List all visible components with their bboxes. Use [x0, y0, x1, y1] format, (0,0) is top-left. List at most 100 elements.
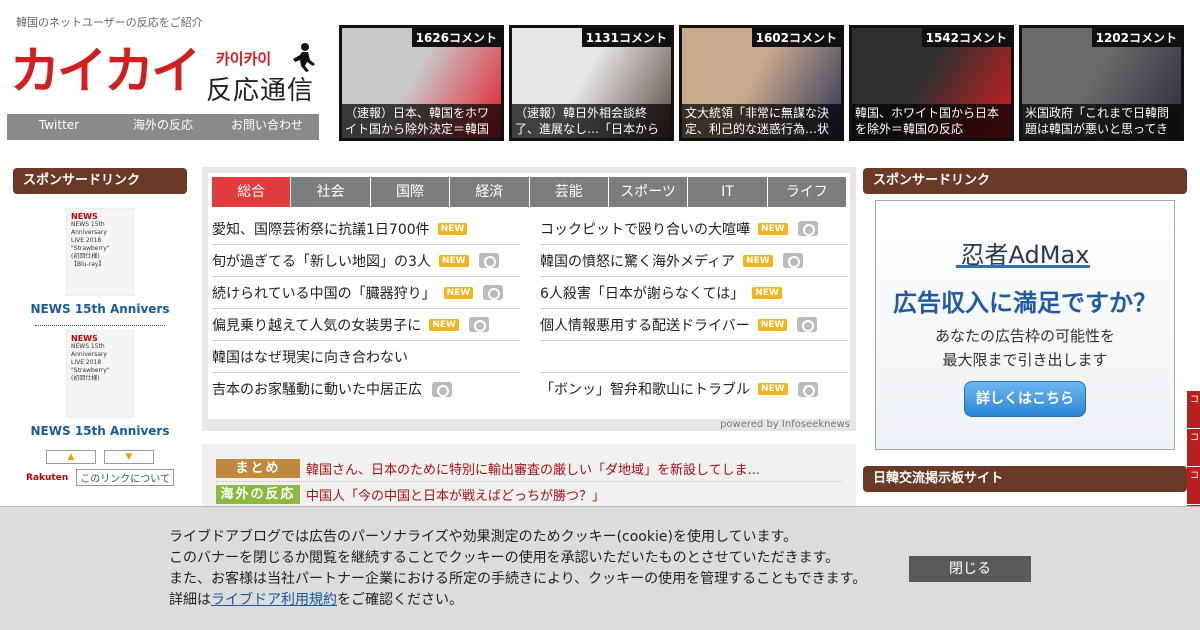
product-image-text: NEWS 15th	[71, 221, 105, 228]
ad-banner[interactable]: 忍者AdMax 広告収入に満足ですか？ あなたの広告枠の可能性を 最大限まで引き…	[875, 200, 1175, 450]
news-item[interactable]: 吉本のお家騒動に動いた中居正広	[212, 373, 520, 405]
left-sidebar: スポンサードリンク NEWS NEWS 15th Anniversary LIV…	[13, 168, 187, 486]
news-item[interactable]: 個人情報悪用する配送ドライバー NEW	[540, 309, 848, 341]
news-tabs: 総合 社会 国際 経済 芸能 スポーツ IT ライフ	[212, 177, 846, 207]
featured-caption: 韓国、ホワイト国から日本を除外＝韓国の反応	[852, 104, 1011, 138]
cookie-banner: ライブドアブログでは広告のパーソナライズや効果測定のためクッキー(cookie)…	[0, 506, 1200, 630]
product-name[interactable]: NEWS 15th Annivers	[13, 302, 187, 316]
tab-general[interactable]: 総合	[212, 177, 292, 207]
cookie-line: また、お客様は当社パートナー企業における所定の手続きにより、クッキーの使用を管理…	[169, 571, 867, 587]
right-sidebar: スポンサードリンク 忍者AdMax 広告収入に満足ですか？ あなたの広告枠の可能…	[863, 168, 1187, 492]
news-item[interactable]: 韓国の憤怒に驚く海外メディア NEW	[540, 245, 848, 277]
news-item[interactable]: 韓国はなぜ現実に向き合わない	[212, 341, 520, 373]
news-title[interactable]: 吉本のお家騒動に動いた中居正広	[212, 379, 422, 399]
edge-tab[interactable]: コ	[1187, 467, 1200, 505]
news-item[interactable]: コックピットで殴り合いの大喧嘩 NEW	[540, 213, 848, 245]
feed-title[interactable]: 韓国さん、日本のために特別に輸出審査の厳しい「ダ地域」を新設してしま...	[306, 459, 760, 478]
product-image-text: (初回仕様)	[71, 375, 100, 382]
article-feed: まとめ 韓国さん、日本のために特別に輸出審査の厳しい「ダ地域」を新設してしま..…	[202, 444, 856, 514]
product-image-text: NEWS	[71, 334, 98, 343]
product-image[interactable]: NEWS NEWS 15th Anniversary LIVE 2018 "St…	[66, 330, 134, 418]
product-item[interactable]: NEWS NEWS 15th Anniversary LIVE 2018 "St…	[13, 330, 187, 438]
nav-twitter[interactable]: Twitter	[7, 114, 111, 140]
camera-icon	[797, 381, 818, 397]
comment-count: 1202コメント	[1091, 28, 1181, 47]
tab-international[interactable]: 国際	[370, 177, 451, 207]
camera-icon	[432, 381, 452, 397]
new-badge: NEW	[758, 383, 788, 395]
news-title[interactable]: 韓国の憤怒に驚く海外メディア	[540, 251, 735, 271]
tab-entertainment[interactable]: 芸能	[529, 177, 609, 207]
news-box-inner: 総合 社会 国際 経済 芸能 スポーツ IT ライフ 愛知、国際芸術祭に抗議1日…	[208, 173, 850, 419]
nav-overseas-reaction[interactable]: 海外の反応	[111, 114, 215, 140]
featured-article[interactable]: 1602コメント 文大統領「非常に無謀な決定、利己的な迷惑行為…状況	[679, 25, 844, 141]
site-logo[interactable]: カイカイ 카이카이 反応通信	[10, 42, 320, 106]
sponsor-heading-right: スポンサードリンク	[863, 168, 1187, 194]
news-item[interactable]: 愛知、国際芸術祭に抗議1日700件 NEW	[212, 213, 520, 245]
news-title[interactable]: コックピットで殴り合いの大喧嘩	[540, 219, 750, 239]
camera-icon	[468, 317, 489, 332]
product-item[interactable]: NEWS NEWS 15th Anniversary LIVE 2018 "St…	[13, 208, 187, 316]
comment-count: 1131コメント	[581, 28, 671, 47]
news-item[interactable]: 「ボンッ」智弁和歌山にトラブル NEW	[540, 373, 848, 405]
featured-article[interactable]: 1131コメント （速報）韓日外相会談終了、進展なし…「日本からホワイ	[509, 25, 674, 141]
new-badge: NEW	[437, 222, 468, 235]
cookie-line-prefix: 詳細は	[169, 592, 211, 608]
feed-title[interactable]: 中国人「今の中国と日本が戦えばどっちが勝つ？」	[306, 485, 605, 504]
news-title[interactable]: 個人情報悪用する配送ドライバー	[540, 315, 750, 335]
ad-details-button[interactable]: 詳しくはこちら	[964, 381, 1086, 417]
tab-sports[interactable]: スポーツ	[608, 177, 689, 207]
news-title[interactable]: 旬が過ぎてる「新しい地図」の3人	[212, 251, 431, 271]
new-badge: NEW	[438, 254, 469, 267]
carousel-down-button[interactable]: ▼	[104, 450, 154, 464]
featured-caption: （速報）韓日外相会談終了、進展なし…「日本からホワイ	[512, 104, 671, 138]
new-badge: NEW	[752, 286, 782, 299]
about-link-button[interactable]: このリンクについて	[76, 469, 174, 486]
news-item[interactable]: 旬が過ぎてる「新しい地図」の3人 NEW	[212, 245, 520, 277]
edge-tab[interactable]: コ	[1187, 429, 1200, 467]
ad-subtext: 最大限まで引き出します	[942, 351, 1108, 369]
tab-life[interactable]: ライフ	[767, 177, 846, 207]
comment-count: 1626コメント	[411, 28, 501, 47]
feed-row[interactable]: 海外の反応 中国人「今の中国と日本が戦えばどっちが勝つ？」	[216, 482, 842, 508]
feed-row[interactable]: まとめ 韓国さん、日本のために特別に輸出審査の厳しい「ダ地域」を新設してしま..…	[216, 456, 842, 482]
news-item[interactable]: 6人殺害「日本が謝らなくては」 NEW	[540, 277, 848, 309]
cookie-line: このバナーを閉じるか閲覧を継続することでクッキーの使用を承認いただいたものとさせ…	[169, 550, 840, 566]
tab-economy[interactable]: 経済	[450, 177, 530, 207]
tab-society[interactable]: 社会	[291, 177, 371, 207]
news-title[interactable]: 偏見乗り越えて人気の女装男子に	[212, 315, 421, 335]
featured-caption: 文大統領「非常に無謀な決定、利己的な迷惑行為…状況	[682, 104, 841, 138]
feed-category-badge: 海外の反応	[216, 485, 300, 504]
news-title[interactable]: 愛知、国際芸術祭に抗議1日700件	[212, 219, 430, 239]
news-title[interactable]: 韓国はなぜ現実に向き合わない	[212, 347, 408, 367]
runner-icon	[293, 43, 315, 72]
news-title[interactable]: 「ボンッ」智弁和歌山にトラブル	[540, 379, 750, 399]
rakuten-row: Rakuten このリンクについて	[13, 469, 187, 486]
terms-link[interactable]: ライブドア利用規約	[211, 592, 337, 608]
ad-headline: 広告収入に満足ですか？	[893, 289, 1157, 317]
product-image-text: (初回仕様)	[71, 253, 100, 260]
product-image-text: "Strawberry"	[71, 367, 110, 374]
tab-it[interactable]: IT	[688, 177, 768, 207]
cookie-close-button[interactable]: 閉じる	[909, 556, 1031, 582]
featured-article[interactable]: 1542コメント 韓国、ホワイト国から日本を除外＝韓国の反応	[849, 25, 1014, 141]
carousel-up-button[interactable]: ▲	[46, 450, 96, 464]
news-title[interactable]: 続けられている中国の「臓器狩り」	[212, 283, 436, 303]
product-image[interactable]: NEWS NEWS 15th Anniversary LIVE 2018 "St…	[66, 208, 134, 296]
edge-tab[interactable]: コ	[1187, 391, 1200, 429]
product-name[interactable]: NEWS 15th Annivers	[13, 424, 187, 438]
camera-icon	[797, 317, 818, 332]
news-title[interactable]: 6人殺害「日本が謝らなくては」	[540, 283, 744, 303]
new-badge: NEW	[443, 286, 474, 299]
product-image-text: "Strawberry"	[71, 245, 110, 252]
news-item[interactable]: 偏見乗り越えて人気の女装男子に NEW	[212, 309, 520, 341]
powered-by: powered by Infoseeknews	[720, 419, 850, 430]
rakuten-logo[interactable]: Rakuten	[26, 473, 68, 483]
logo-sub-text: 反応通信	[206, 76, 315, 106]
news-item[interactable]: 続けられている中国の「臓器狩り」 NEW	[212, 277, 520, 309]
new-badge: NEW	[757, 318, 788, 331]
featured-article[interactable]: 1202コメント 米国政府「これまで日韓問題は韓国が悪いと思ってきた	[1019, 25, 1184, 141]
nav-contact[interactable]: お問い合わせ	[215, 114, 319, 140]
sponsor-heading-left: スポンサードリンク	[13, 168, 187, 194]
featured-article[interactable]: 1626コメント （速報）日本、韓国をホワイト国から除外決定＝韓国の反	[339, 25, 504, 141]
